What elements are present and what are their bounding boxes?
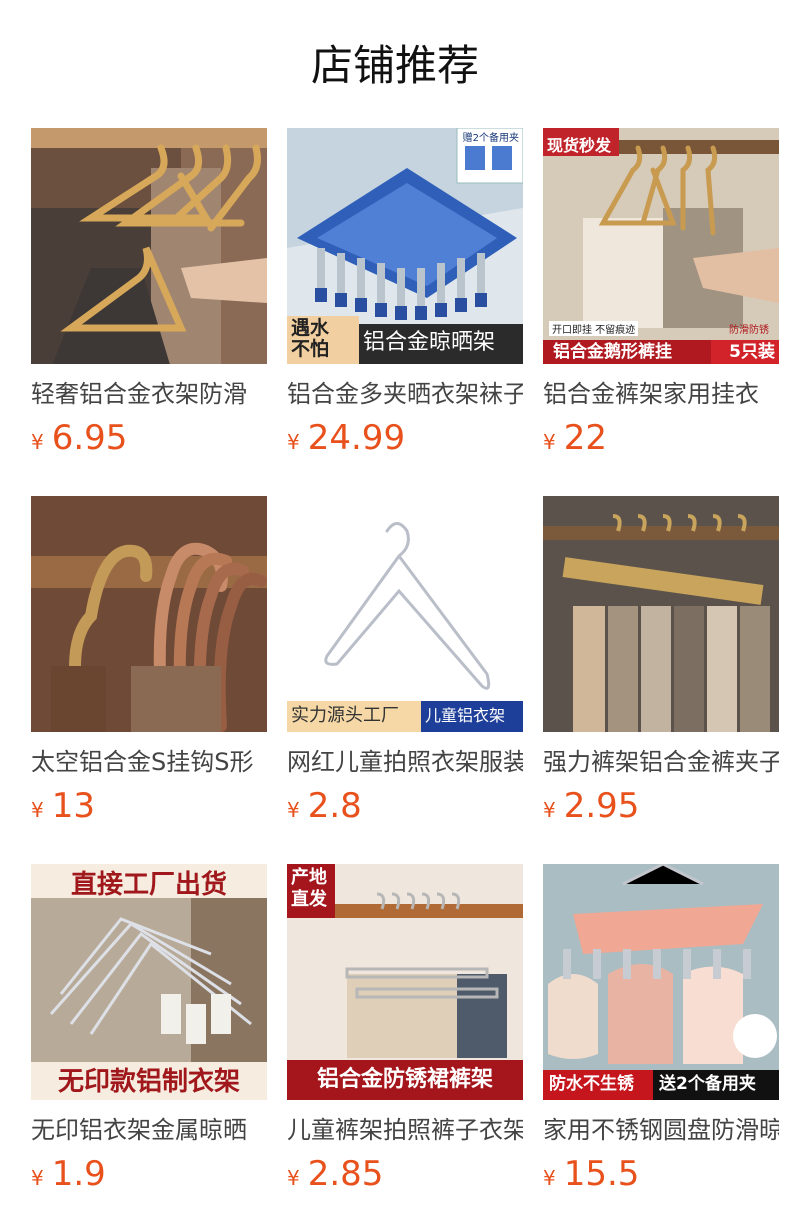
product-name[interactable]: 铝合金裤架家用挂衣 [543, 378, 779, 410]
product-image[interactable]: 防水不生锈 送2个备用夹 [543, 864, 779, 1100]
price-value: 15.5 [563, 1154, 640, 1194]
product-card[interactable]: 赠2个备用夹 遇水不怕 铝合金晾晒架 铝合金多夹晒衣架袜子 ¥24.99 [287, 128, 523, 464]
product-name[interactable]: 强力裤架铝合金裤夹子 [543, 746, 779, 778]
currency-symbol: ¥ [287, 798, 300, 822]
product-price: ¥22 [543, 418, 779, 464]
currency-symbol: ¥ [543, 798, 556, 822]
product-price: ¥2.8 [287, 786, 523, 832]
product-name[interactable]: 家用不锈钢圆盘防滑晾 [543, 1114, 779, 1146]
product-name[interactable]: 无印铝衣架金属晾晒 [31, 1114, 267, 1146]
promo-label: 儿童铝衣架 [425, 706, 506, 725]
product-price: ¥2.95 [543, 786, 779, 832]
product-image[interactable]: 现货秒发 开口即挂 不留痕迹 防滑防锈 铝合金鹅形裤挂 5只装 [543, 128, 779, 364]
promo-banner: 铝合金鹅形裤挂 [553, 342, 672, 362]
product-name[interactable]: 铝合金多夹晒衣架袜子 [287, 378, 523, 410]
price-value: 6.95 [51, 418, 128, 458]
price-value: 2.8 [307, 786, 362, 826]
currency-symbol: ¥ [287, 430, 300, 454]
product-image[interactable]: 直接工厂出货 无印款铝制衣架 [31, 864, 267, 1100]
promo-banner: 铝合金晾晒架 [363, 330, 496, 355]
product-card[interactable]: 实力源头工厂 儿童铝衣架 网红儿童拍照衣架服装 ¥2.8 [287, 496, 523, 832]
price-value: 1.9 [51, 1154, 106, 1194]
gift-badge: 赠2个备用夹 [462, 133, 519, 144]
product-price: ¥15.5 [543, 1154, 779, 1200]
feature-label: 开口即挂 不留痕迹 [549, 321, 639, 336]
product-card[interactable]: 直接工厂出货 无印款铝制衣架 无印铝衣架金属晾晒 ¥1.9 [31, 864, 267, 1200]
product-card[interactable]: 轻奢铝合金衣架防滑 ¥6.95 [31, 128, 267, 464]
feature-label: 防滑防锈 [729, 325, 769, 336]
origin-badge: 产地直发 [291, 867, 327, 910]
promo-banner: 铝合金防锈裙裤架 [316, 1067, 493, 1092]
product-price: ¥6.95 [31, 418, 267, 464]
product-name[interactable]: 轻奢铝合金衣架防滑 [31, 378, 267, 410]
promo-badge: 现货秒发 [547, 136, 612, 155]
promo-label: 防水不生锈 [549, 1074, 634, 1094]
product-image[interactable] [31, 496, 267, 732]
promo-top-label: 直接工厂出货 [70, 870, 227, 900]
product-card[interactable]: 强力裤架铝合金裤夹子 ¥2.95 [543, 496, 779, 832]
promo-label: 实力源头工厂 [291, 705, 399, 726]
promo-banner: 无印款铝制衣架 [57, 1067, 240, 1097]
product-price: ¥24.99 [287, 418, 523, 464]
product-image[interactable]: 赠2个备用夹 遇水不怕 铝合金晾晒架 [287, 128, 523, 364]
promo-label: 送2个备用夹 [659, 1074, 756, 1094]
product-name[interactable]: 儿童裤架拍照裤子衣架 [287, 1114, 523, 1146]
currency-symbol: ¥ [543, 430, 556, 454]
product-image[interactable]: 产地直发 铝合金防锈裙裤架 [287, 864, 523, 1100]
price-value: 13 [51, 786, 95, 826]
currency-symbol: ¥ [543, 1166, 556, 1190]
product-price: ¥1.9 [31, 1154, 267, 1200]
product-card[interactable]: 产地直发 铝合金防锈裙裤架 儿童裤架拍照裤子衣架 ¥2.85 [287, 864, 523, 1200]
product-name[interactable]: 太空铝合金S挂钩S形 [31, 746, 267, 778]
currency-symbol: ¥ [31, 430, 44, 454]
currency-symbol: ¥ [31, 1166, 44, 1190]
price-value: 2.95 [563, 786, 640, 826]
product-image[interactable] [31, 128, 267, 364]
page-title: 店铺推荐 [310, 41, 479, 90]
promo-badge: 遇水不怕 [291, 317, 330, 360]
currency-symbol: ¥ [31, 798, 44, 822]
price-value: 2.85 [307, 1154, 384, 1194]
product-price: ¥2.85 [287, 1154, 523, 1200]
price-value: 22 [563, 418, 607, 458]
product-image[interactable] [543, 496, 779, 732]
currency-symbol: ¥ [287, 1166, 300, 1190]
product-card[interactable]: 防水不生锈 送2个备用夹 家用不锈钢圆盘防滑晾 ¥15.5 [543, 864, 779, 1200]
quantity-badge: 5只装 [729, 342, 775, 362]
price-value: 24.99 [307, 418, 406, 458]
product-image[interactable]: 实力源头工厂 儿童铝衣架 [287, 496, 523, 732]
product-card[interactable]: 现货秒发 开口即挂 不留痕迹 防滑防锈 铝合金鹅形裤挂 5只装 铝合金裤架家用挂… [543, 128, 779, 464]
product-name[interactable]: 网红儿童拍照衣架服装 [287, 746, 523, 778]
product-card[interactable]: 太空铝合金S挂钩S形 ¥13 [31, 496, 267, 832]
product-price: ¥13 [31, 786, 267, 832]
